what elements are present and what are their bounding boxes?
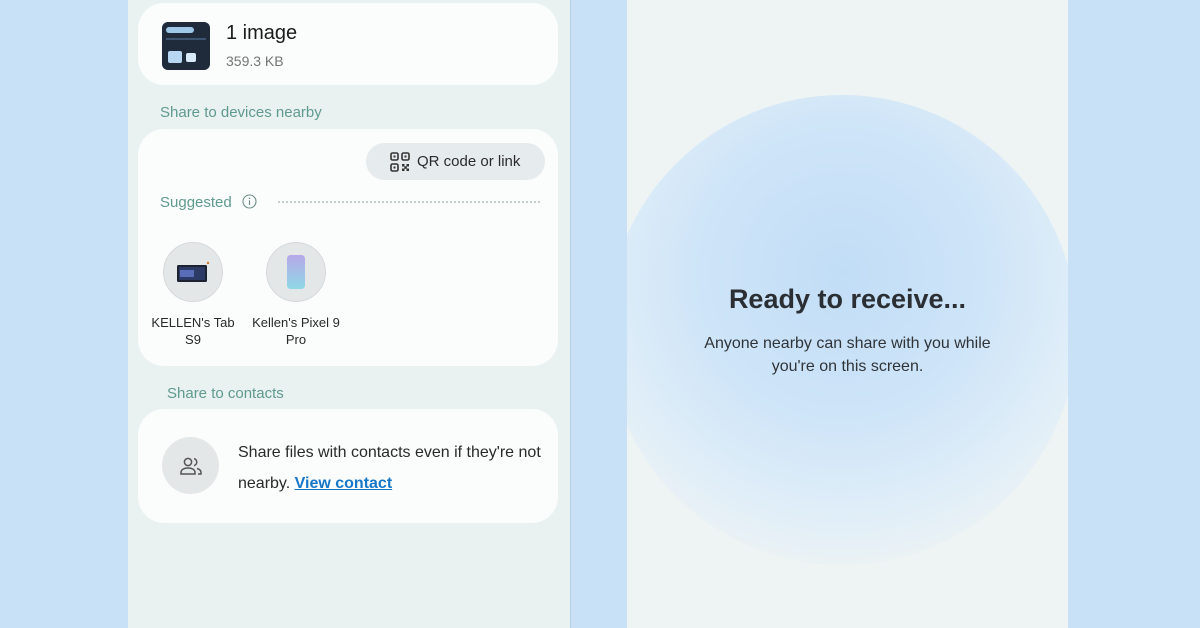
receive-screen-panel: Ready to receive... Anyone nearby can sh… <box>627 0 1068 628</box>
share-to-contacts-card: Share files with contacts even if they'r… <box>138 409 558 523</box>
phone-avatar <box>266 242 326 302</box>
receive-glow <box>627 95 1068 565</box>
contacts-avatar <box>162 437 219 494</box>
suggested-label: Suggested <box>160 194 232 211</box>
scanning-dots <box>278 201 540 203</box>
nearby-devices-card: QR code or link Suggested KELLEN's Tab S… <box>138 129 558 366</box>
file-count-title: 1 image <box>226 22 298 44</box>
device-kellens-tab-s9[interactable]: KELLEN's Tab S9 <box>143 242 243 348</box>
panel-divider <box>570 0 571 628</box>
ready-to-receive-title: Ready to receive... <box>728 284 967 314</box>
qr-code-or-link-button[interactable]: QR code or link <box>366 143 545 180</box>
file-size: 359.3 KB <box>226 53 284 69</box>
image-thumbnail <box>162 22 210 70</box>
ready-to-receive-subtitle: Anyone nearby can share with you while y… <box>704 335 991 375</box>
device-name: KELLEN's Tab S9 <box>151 315 235 347</box>
section-label-devices-nearby: Share to devices nearby <box>160 104 322 121</box>
contacts-description: Share files with contacts even if they'r… <box>238 437 543 499</box>
tablet-icon <box>177 261 210 282</box>
qr-button-label: QR code or link <box>417 153 521 170</box>
file-preview-card: 1 image 359.3 KB <box>138 3 558 85</box>
phone-icon <box>287 255 305 289</box>
view-contact-link[interactable]: View contact <box>295 475 393 492</box>
people-icon <box>180 457 202 475</box>
tablet-avatar <box>163 242 223 302</box>
info-icon[interactable] <box>242 194 257 209</box>
device-name: Kellen's Pixel 9 Pro <box>252 315 340 347</box>
qr-code-icon <box>390 152 410 172</box>
section-label-contacts: Share to contacts <box>167 385 284 402</box>
device-kellens-pixel-9-pro[interactable]: Kellen's Pixel 9 Pro <box>246 242 346 348</box>
share-sheet-panel: 1 image 359.3 KB Share to devices nearby… <box>128 0 570 628</box>
